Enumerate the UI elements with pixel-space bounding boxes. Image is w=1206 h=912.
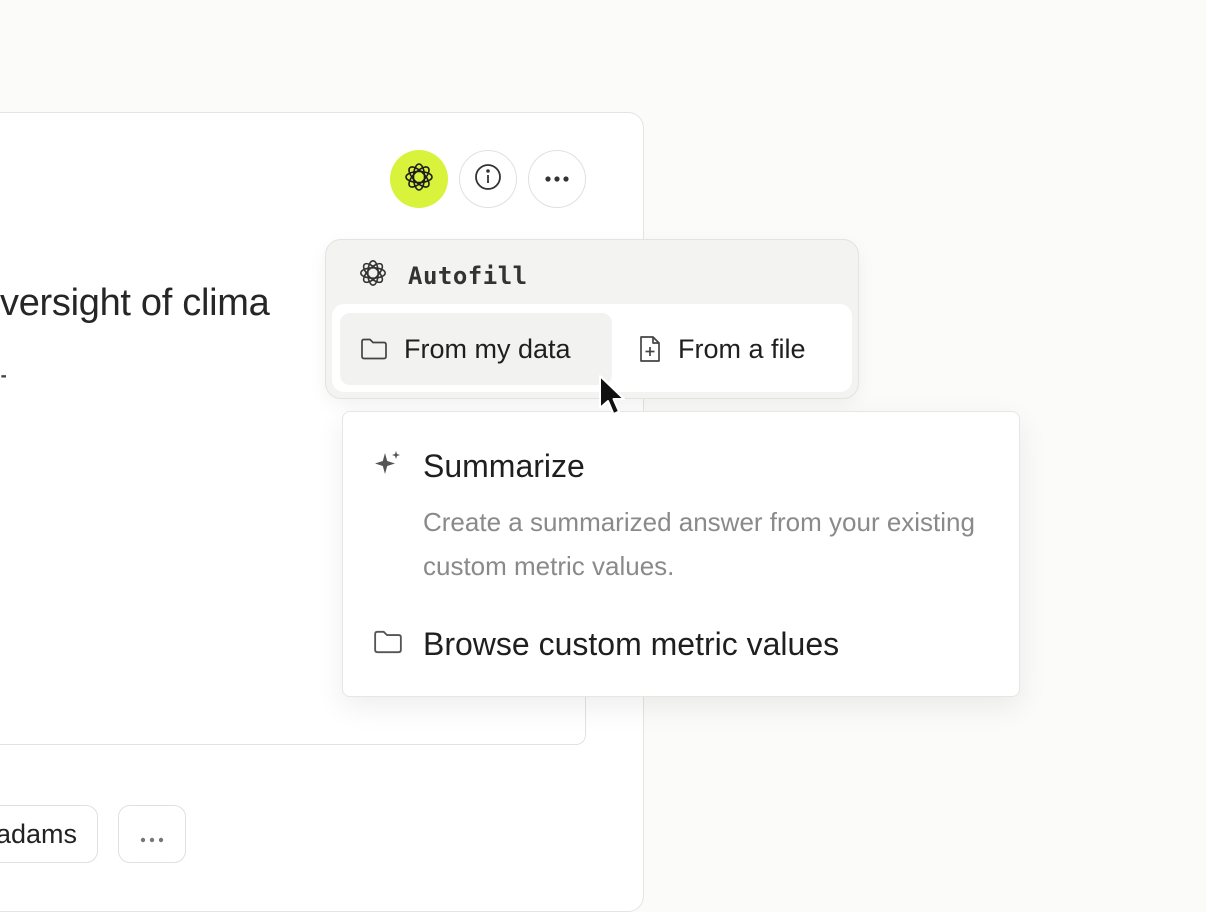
autofill-popover: Autofill From my data From a file bbox=[325, 239, 859, 399]
ai-flower-icon bbox=[403, 161, 435, 198]
file-plus-icon bbox=[638, 335, 662, 363]
summarize-label: Summarize bbox=[423, 448, 585, 484]
card-subtitle: - bbox=[0, 360, 6, 390]
from-a-file-option[interactable]: From a file bbox=[630, 313, 840, 385]
autofill-options: From my data From a file bbox=[332, 304, 852, 392]
more-horizontal-icon bbox=[544, 170, 570, 188]
from-a-file-label: From a file bbox=[678, 333, 806, 364]
card-title: versight of clima bbox=[0, 282, 270, 324]
ai-flower-icon bbox=[358, 258, 388, 293]
browse-label: Browse custom metric values bbox=[423, 626, 840, 662]
from-my-data-option[interactable]: From my data bbox=[340, 313, 612, 385]
more-horizontal-icon bbox=[140, 819, 164, 850]
mouse-cursor-icon bbox=[598, 374, 626, 423]
from-my-data-submenu: Summarize Create a summarized answer fro… bbox=[342, 411, 1020, 697]
autofill-ai-button[interactable] bbox=[390, 150, 448, 208]
info-icon bbox=[474, 163, 502, 196]
sparkle-icon bbox=[373, 449, 403, 484]
assignee-name: adams bbox=[0, 818, 77, 849]
folder-icon bbox=[373, 629, 403, 660]
browse-custom-metric-values-option[interactable]: Browse custom metric values bbox=[373, 626, 839, 663]
summarize-description: Create a summarized answer from your exi… bbox=[423, 507, 975, 581]
summarize-option[interactable]: Summarize bbox=[373, 448, 585, 485]
autofill-header: Autofill bbox=[358, 258, 528, 293]
autofill-label: Autofill bbox=[408, 261, 528, 290]
folder-icon bbox=[360, 337, 388, 361]
assignee-chip[interactable]: adams bbox=[0, 805, 98, 863]
info-button[interactable] bbox=[459, 150, 517, 208]
more-options-button[interactable] bbox=[528, 150, 586, 208]
from-my-data-label: From my data bbox=[404, 333, 571, 364]
more-chip-button[interactable] bbox=[118, 805, 186, 863]
